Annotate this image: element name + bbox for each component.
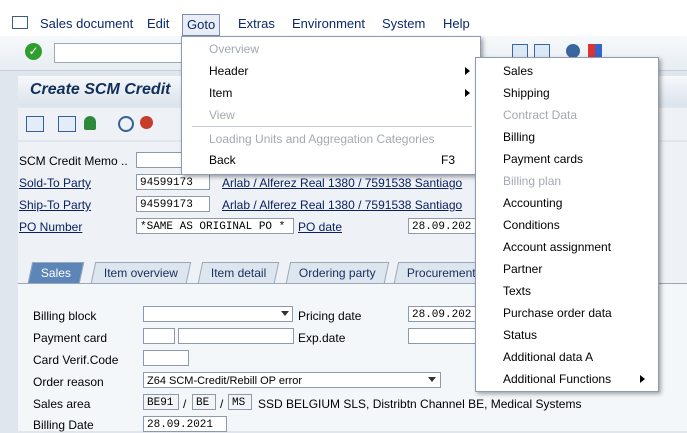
sales-area-separator: / — [183, 397, 187, 411]
billing-block-label: Billing block — [33, 309, 97, 323]
header-menu-billing[interactable]: Billing — [503, 130, 535, 144]
header-menu-contract-data[interactable]: Contract Data — [503, 108, 577, 122]
menu-icon[interactable] — [12, 16, 28, 29]
tab-ordering-party[interactable]: Ordering party — [285, 262, 389, 283]
header-menu-status[interactable]: Status — [503, 328, 537, 342]
header-icon[interactable] — [58, 116, 76, 132]
page-title: Create SCM Credit — [30, 81, 171, 98]
sales-area-description: SSD BELGIUM SLS, Distribtn Channel BE, M… — [258, 397, 582, 411]
partner-icon[interactable] — [84, 116, 96, 130]
menu-goto[interactable]: Goto — [182, 14, 221, 36]
dropdown-arrow-icon[interactable] — [428, 377, 436, 382]
card-verif-code-field[interactable] — [143, 350, 189, 366]
header-menu-payment-cards[interactable]: Payment cards — [503, 152, 583, 166]
ship-to-party-field[interactable]: 94599173 — [136, 196, 210, 212]
header-menu-conditions[interactable]: Conditions — [503, 218, 560, 232]
header-menu-shipping[interactable]: Shipping — [503, 86, 550, 100]
ship-to-party-description[interactable]: Arlab / Alferez Real 1380 / 7591538 Sant… — [222, 198, 462, 212]
goto-menu-back[interactable]: Back — [209, 153, 236, 167]
sold-to-party-label: Sold-To Party — [19, 176, 92, 190]
header-menu-texts[interactable]: Texts — [503, 284, 531, 298]
goto-menu-header[interactable]: Header — [209, 64, 248, 78]
header-menu-purchase-order-data[interactable]: Purchase order data — [503, 306, 612, 320]
menu-environment[interactable]: Environment — [292, 16, 365, 31]
header-menu-accounting[interactable]: Accounting — [503, 196, 562, 210]
ship-to-party-label: Ship-To Party — [19, 198, 92, 212]
payment-card-type-field[interactable] — [143, 328, 175, 344]
tab-item-overview[interactable]: Item overview — [90, 262, 192, 283]
chevron-right-icon — [465, 67, 470, 75]
sales-area-separator: / — [220, 397, 224, 411]
header-menu-additional-data-a[interactable]: Additional data A — [503, 350, 593, 364]
goto-menu-view[interactable]: View — [209, 108, 235, 122]
header-menu-billing-plan[interactable]: Billing plan — [503, 174, 561, 188]
menu-bar: Sales document Edit Goto Extras Environm… — [0, 0, 687, 36]
sold-to-party-field[interactable]: 94599173 — [136, 174, 210, 190]
sales-area-label: Sales area — [33, 397, 91, 411]
chevron-right-icon — [640, 375, 645, 383]
scm-credit-memo-label: SCM Credit Memo .. — [19, 154, 128, 168]
payment-card-number-field[interactable] — [178, 328, 294, 344]
goto-menu: Overview Header Item View Loading Units … — [181, 36, 481, 175]
menu-sales-document[interactable]: Sales document — [40, 16, 133, 31]
exp-date-label: Exp.date — [298, 331, 346, 345]
pricing-date-label: Pricing date — [298, 309, 362, 323]
header-submenu: Sales Shipping Contract Data Billing Pay… — [475, 57, 659, 392]
delete-icon[interactable] — [140, 116, 153, 129]
document-flow-icon[interactable] — [26, 116, 44, 132]
scm-credit-memo-field[interactable] — [136, 152, 182, 168]
goto-menu-overview[interactable]: Overview — [209, 42, 259, 56]
order-reason-label: Order reason — [33, 375, 104, 389]
sales-org-field[interactable]: BE91 — [143, 394, 179, 410]
header-menu-partner[interactable]: Partner — [503, 262, 542, 276]
menu-help[interactable]: Help — [443, 16, 470, 31]
pricing-date-field[interactable]: 28.09.202 — [408, 306, 476, 322]
tab-sales[interactable]: Sales — [27, 262, 85, 283]
tab-item-detail[interactable]: Item detail — [197, 262, 280, 283]
billing-block-select[interactable] — [143, 306, 293, 322]
menu-divider — [192, 126, 472, 127]
payment-card-label: Payment card — [33, 331, 108, 345]
menu-edit[interactable]: Edit — [147, 16, 169, 31]
card-verif-code-label: Card Verif.Code — [33, 353, 119, 367]
exp-date-field[interactable] — [408, 328, 476, 344]
division-field[interactable]: MS — [228, 394, 252, 410]
po-number-field[interactable]: *SAME AS ORIGINAL PO * — [136, 218, 294, 234]
display-icon[interactable] — [118, 116, 134, 132]
header-menu-sales[interactable]: Sales — [503, 64, 533, 78]
order-reason-select[interactable]: Z64 SCM-Credit/Rebill OP error — [143, 372, 441, 388]
menu-system[interactable]: System — [382, 16, 425, 31]
menu-extras[interactable]: Extras — [238, 16, 275, 31]
back-shortcut: F3 — [441, 153, 456, 167]
help-icon[interactable] — [566, 44, 580, 58]
chevron-right-icon — [465, 89, 470, 97]
po-number-label: PO Number — [19, 220, 83, 234]
command-field[interactable] — [54, 43, 184, 63]
customize-icon[interactable] — [588, 44, 602, 58]
dropdown-arrow-icon — [281, 311, 289, 316]
goto-menu-item[interactable]: Item — [209, 86, 232, 100]
check-icon[interactable]: ✓ — [25, 43, 42, 60]
distribution-channel-field[interactable]: BE — [192, 394, 216, 410]
po-date-label: PO date — [298, 220, 343, 234]
header-menu-additional-functions[interactable]: Additional Functions — [503, 372, 611, 386]
header-menu-account-assignment[interactable]: Account assignment — [503, 240, 611, 254]
sold-to-party-description[interactable]: Arlab / Alferez Real 1380 / 7591538 Sant… — [222, 176, 462, 190]
goto-menu-loading-units[interactable]: Loading Units and Aggregation Categories — [209, 132, 435, 146]
po-date-field[interactable]: 28.09.202 — [408, 218, 476, 234]
